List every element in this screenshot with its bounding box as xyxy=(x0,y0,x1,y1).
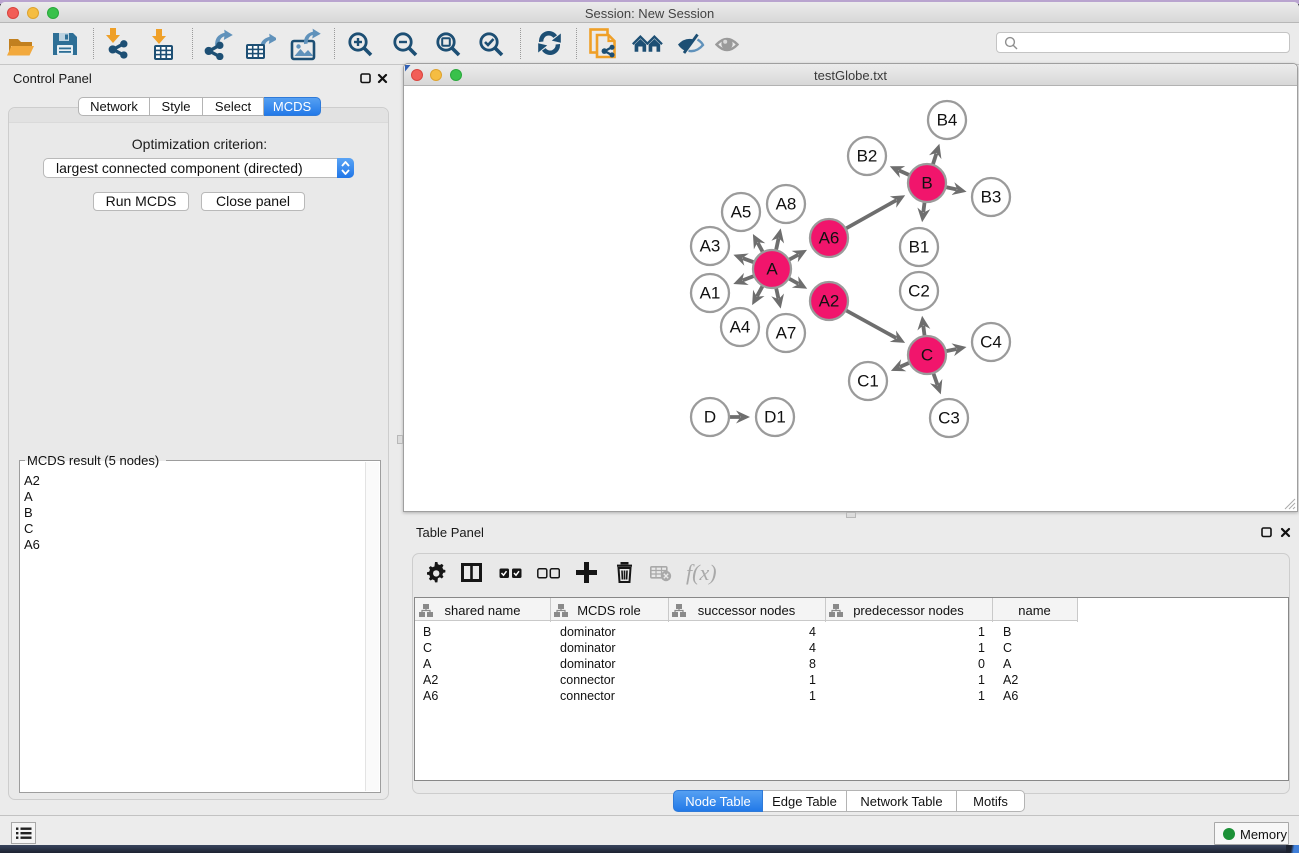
svg-text:A6: A6 xyxy=(819,229,840,248)
svg-text:B: B xyxy=(921,174,932,193)
svg-text:B3: B3 xyxy=(981,188,1002,207)
svg-text:A: A xyxy=(766,260,778,279)
svg-text:C4: C4 xyxy=(980,333,1002,352)
svg-text:B1: B1 xyxy=(909,238,930,257)
svg-text:C: C xyxy=(921,346,933,365)
svg-text:A5: A5 xyxy=(731,203,752,222)
svg-text:A8: A8 xyxy=(776,195,797,214)
svg-text:B4: B4 xyxy=(937,111,958,130)
svg-text:A1: A1 xyxy=(700,284,721,303)
svg-text:A7: A7 xyxy=(776,324,797,343)
svg-text:C1: C1 xyxy=(857,372,879,391)
svg-text:A3: A3 xyxy=(700,237,721,256)
svg-text:A2: A2 xyxy=(819,292,840,311)
svg-text:D: D xyxy=(704,408,716,427)
svg-text:B2: B2 xyxy=(857,147,878,166)
svg-text:C2: C2 xyxy=(908,282,930,301)
svg-text:C3: C3 xyxy=(938,409,960,428)
svg-text:D1: D1 xyxy=(764,408,786,427)
svg-text:A4: A4 xyxy=(730,318,751,337)
